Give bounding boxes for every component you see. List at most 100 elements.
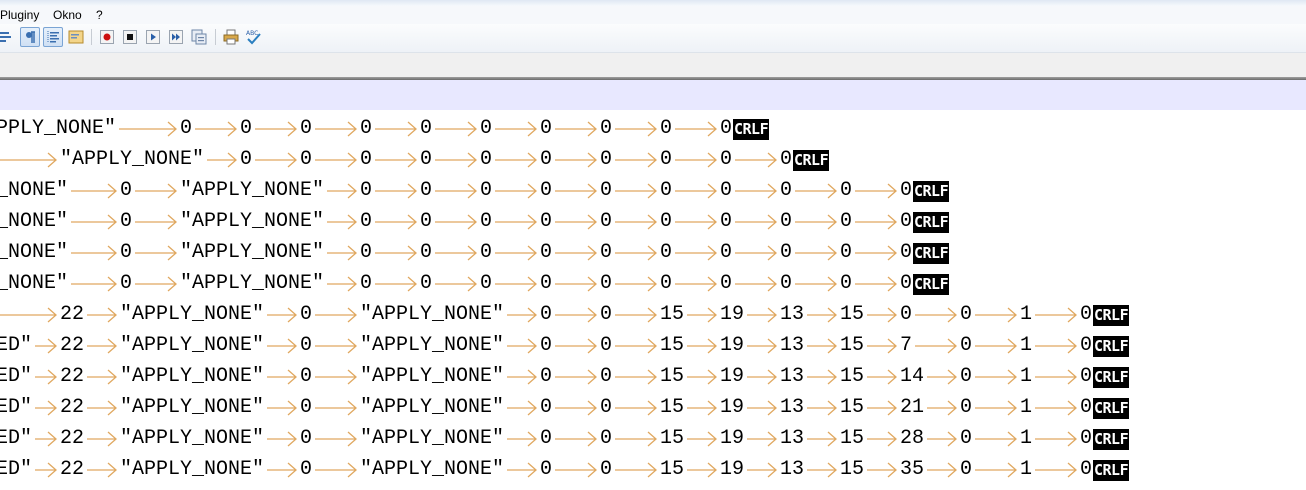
code-token: 0 xyxy=(1080,427,1093,450)
tab-arrow-icon xyxy=(267,307,297,323)
code-token: 0 xyxy=(420,148,433,171)
code-token: "APPLY_NONE" xyxy=(180,210,325,233)
tab-arrow-icon xyxy=(267,369,297,385)
spell-check-icon[interactable]: ABC xyxy=(244,27,264,47)
tab-arrow-icon xyxy=(35,369,57,385)
text-editor[interactable]: PPLY_NONE" 0 0 0 0 0 0 0 0 0 0 CRLF "APPLY_NONE" 0 0 0 0… xyxy=(0,80,1306,490)
stop-macro-icon[interactable] xyxy=(120,27,140,47)
code-token: 0 xyxy=(720,117,733,140)
tab-arrow-icon xyxy=(615,400,657,416)
tab-arrow-icon xyxy=(555,121,597,137)
tab-arrow-icon xyxy=(615,183,657,199)
tab-arrow-icon xyxy=(747,338,777,354)
tab-arrow-icon xyxy=(435,214,477,230)
code-token: 0 xyxy=(660,241,673,264)
menu-bar: Pluginy Okno ? xyxy=(0,6,1306,25)
tab-arrow-icon xyxy=(615,276,657,292)
tab-arrow-icon xyxy=(867,369,897,385)
save-macro-icon[interactable] xyxy=(189,27,209,47)
tab-arrow-icon xyxy=(615,431,657,447)
tab-arrow-icon xyxy=(867,400,897,416)
run-macro-multiple-icon[interactable] xyxy=(166,27,186,47)
tab-arrow-icon xyxy=(87,307,117,323)
code-token: 0 xyxy=(780,272,793,295)
eol-marker: CRLF xyxy=(913,212,950,233)
tab-arrow-icon xyxy=(927,369,957,385)
code-token: 0 xyxy=(540,396,553,419)
code-token: 0 xyxy=(480,272,493,295)
tab-arrow-icon xyxy=(315,431,357,447)
tab-arrow-icon xyxy=(35,462,57,478)
tab-arrow-icon xyxy=(555,183,597,199)
code-token: 0 xyxy=(600,179,613,202)
indent-guide-icon[interactable] xyxy=(43,27,63,47)
tab-arrow-icon xyxy=(87,369,117,385)
tab-arrow-icon xyxy=(315,462,357,478)
doc-map-icon[interactable] xyxy=(66,27,86,47)
tab-arrow-icon xyxy=(315,369,357,385)
tab-arrow-icon xyxy=(747,462,777,478)
play-macro-icon[interactable] xyxy=(143,27,163,47)
code-token: 0 xyxy=(600,365,613,388)
tab-arrow-icon xyxy=(495,121,537,137)
code-token: 0 xyxy=(420,241,433,264)
tab-arrow-icon xyxy=(0,307,57,323)
tab-arrow-icon xyxy=(675,245,717,261)
code-token: 0 xyxy=(420,179,433,202)
code-token: 1 xyxy=(1020,458,1033,481)
record-macro-icon[interactable] xyxy=(97,27,117,47)
code-token: 0 xyxy=(540,365,553,388)
tab-arrow-icon xyxy=(735,276,777,292)
code-token: _NONE" xyxy=(0,179,69,202)
tab-arrow-icon xyxy=(795,276,837,292)
code-line: "APPLY_NONE" 0 0 0 0 0 0 0 0 0 0 CRLF xyxy=(0,145,1306,176)
menu-plugins[interactable]: Pluginy xyxy=(0,8,39,22)
code-token: 1 xyxy=(1020,427,1033,450)
menu-window[interactable]: Okno xyxy=(53,8,82,22)
tab-arrow-icon xyxy=(975,400,1017,416)
code-token: 0 xyxy=(900,272,913,295)
code-token: ED" xyxy=(0,427,33,450)
code-token: 0 xyxy=(120,179,133,202)
tab-arrow-icon xyxy=(507,369,537,385)
print-icon[interactable] xyxy=(221,27,241,47)
code-token: 0 xyxy=(960,303,973,326)
menu-help[interactable]: ? xyxy=(96,8,103,22)
code-token: 0 xyxy=(540,303,553,326)
code-token: 0 xyxy=(840,272,853,295)
toolbar-separator xyxy=(215,29,216,45)
tab-arrow-icon xyxy=(87,338,117,354)
tab-arrow-icon xyxy=(375,121,417,137)
tab-arrow-icon xyxy=(615,214,657,230)
code-token: "APPLY_NONE" xyxy=(60,148,205,171)
tab-arrow-icon xyxy=(747,369,777,385)
code-token: _NONE" xyxy=(0,272,69,295)
code-token: 0 xyxy=(1080,334,1093,357)
code-token: 0 xyxy=(540,272,553,295)
tab-arrow-icon xyxy=(315,400,357,416)
code-token: 22 xyxy=(60,365,85,388)
code-token: 15 xyxy=(840,334,865,357)
tab-arrow-icon xyxy=(1035,307,1077,323)
tab-arrow-icon xyxy=(855,183,897,199)
code-line: _NONE" 0 "APPLY_NONE" 0 0 0 0 0 0 0 0 0 0 CRLF xyxy=(0,207,1306,238)
wrap-icon[interactable] xyxy=(0,27,16,47)
code-token: 13 xyxy=(780,427,805,450)
code-token: 0 xyxy=(1080,365,1093,388)
code-token: 0 xyxy=(600,303,613,326)
tab-arrow-icon xyxy=(327,183,357,199)
tab-arrow-icon xyxy=(495,152,537,168)
tab-arrow-icon xyxy=(71,276,117,292)
code-token: 0 xyxy=(300,427,313,450)
tab-arrow-icon xyxy=(615,307,657,323)
code-token: 0 xyxy=(840,179,853,202)
code-token: 0 xyxy=(900,210,913,233)
code-token: ED" xyxy=(0,334,33,357)
tab-arrow-icon xyxy=(35,338,57,354)
tab-arrow-icon xyxy=(267,462,297,478)
code-line: _NONE" 0 "APPLY_NONE" 0 0 0 0 0 0 0 0 0 0 CRLF xyxy=(0,269,1306,300)
code-token: 15 xyxy=(660,334,685,357)
code-token: 0 xyxy=(960,427,973,450)
show-all-characters-icon[interactable] xyxy=(20,27,40,47)
tab-arrow-icon xyxy=(855,276,897,292)
